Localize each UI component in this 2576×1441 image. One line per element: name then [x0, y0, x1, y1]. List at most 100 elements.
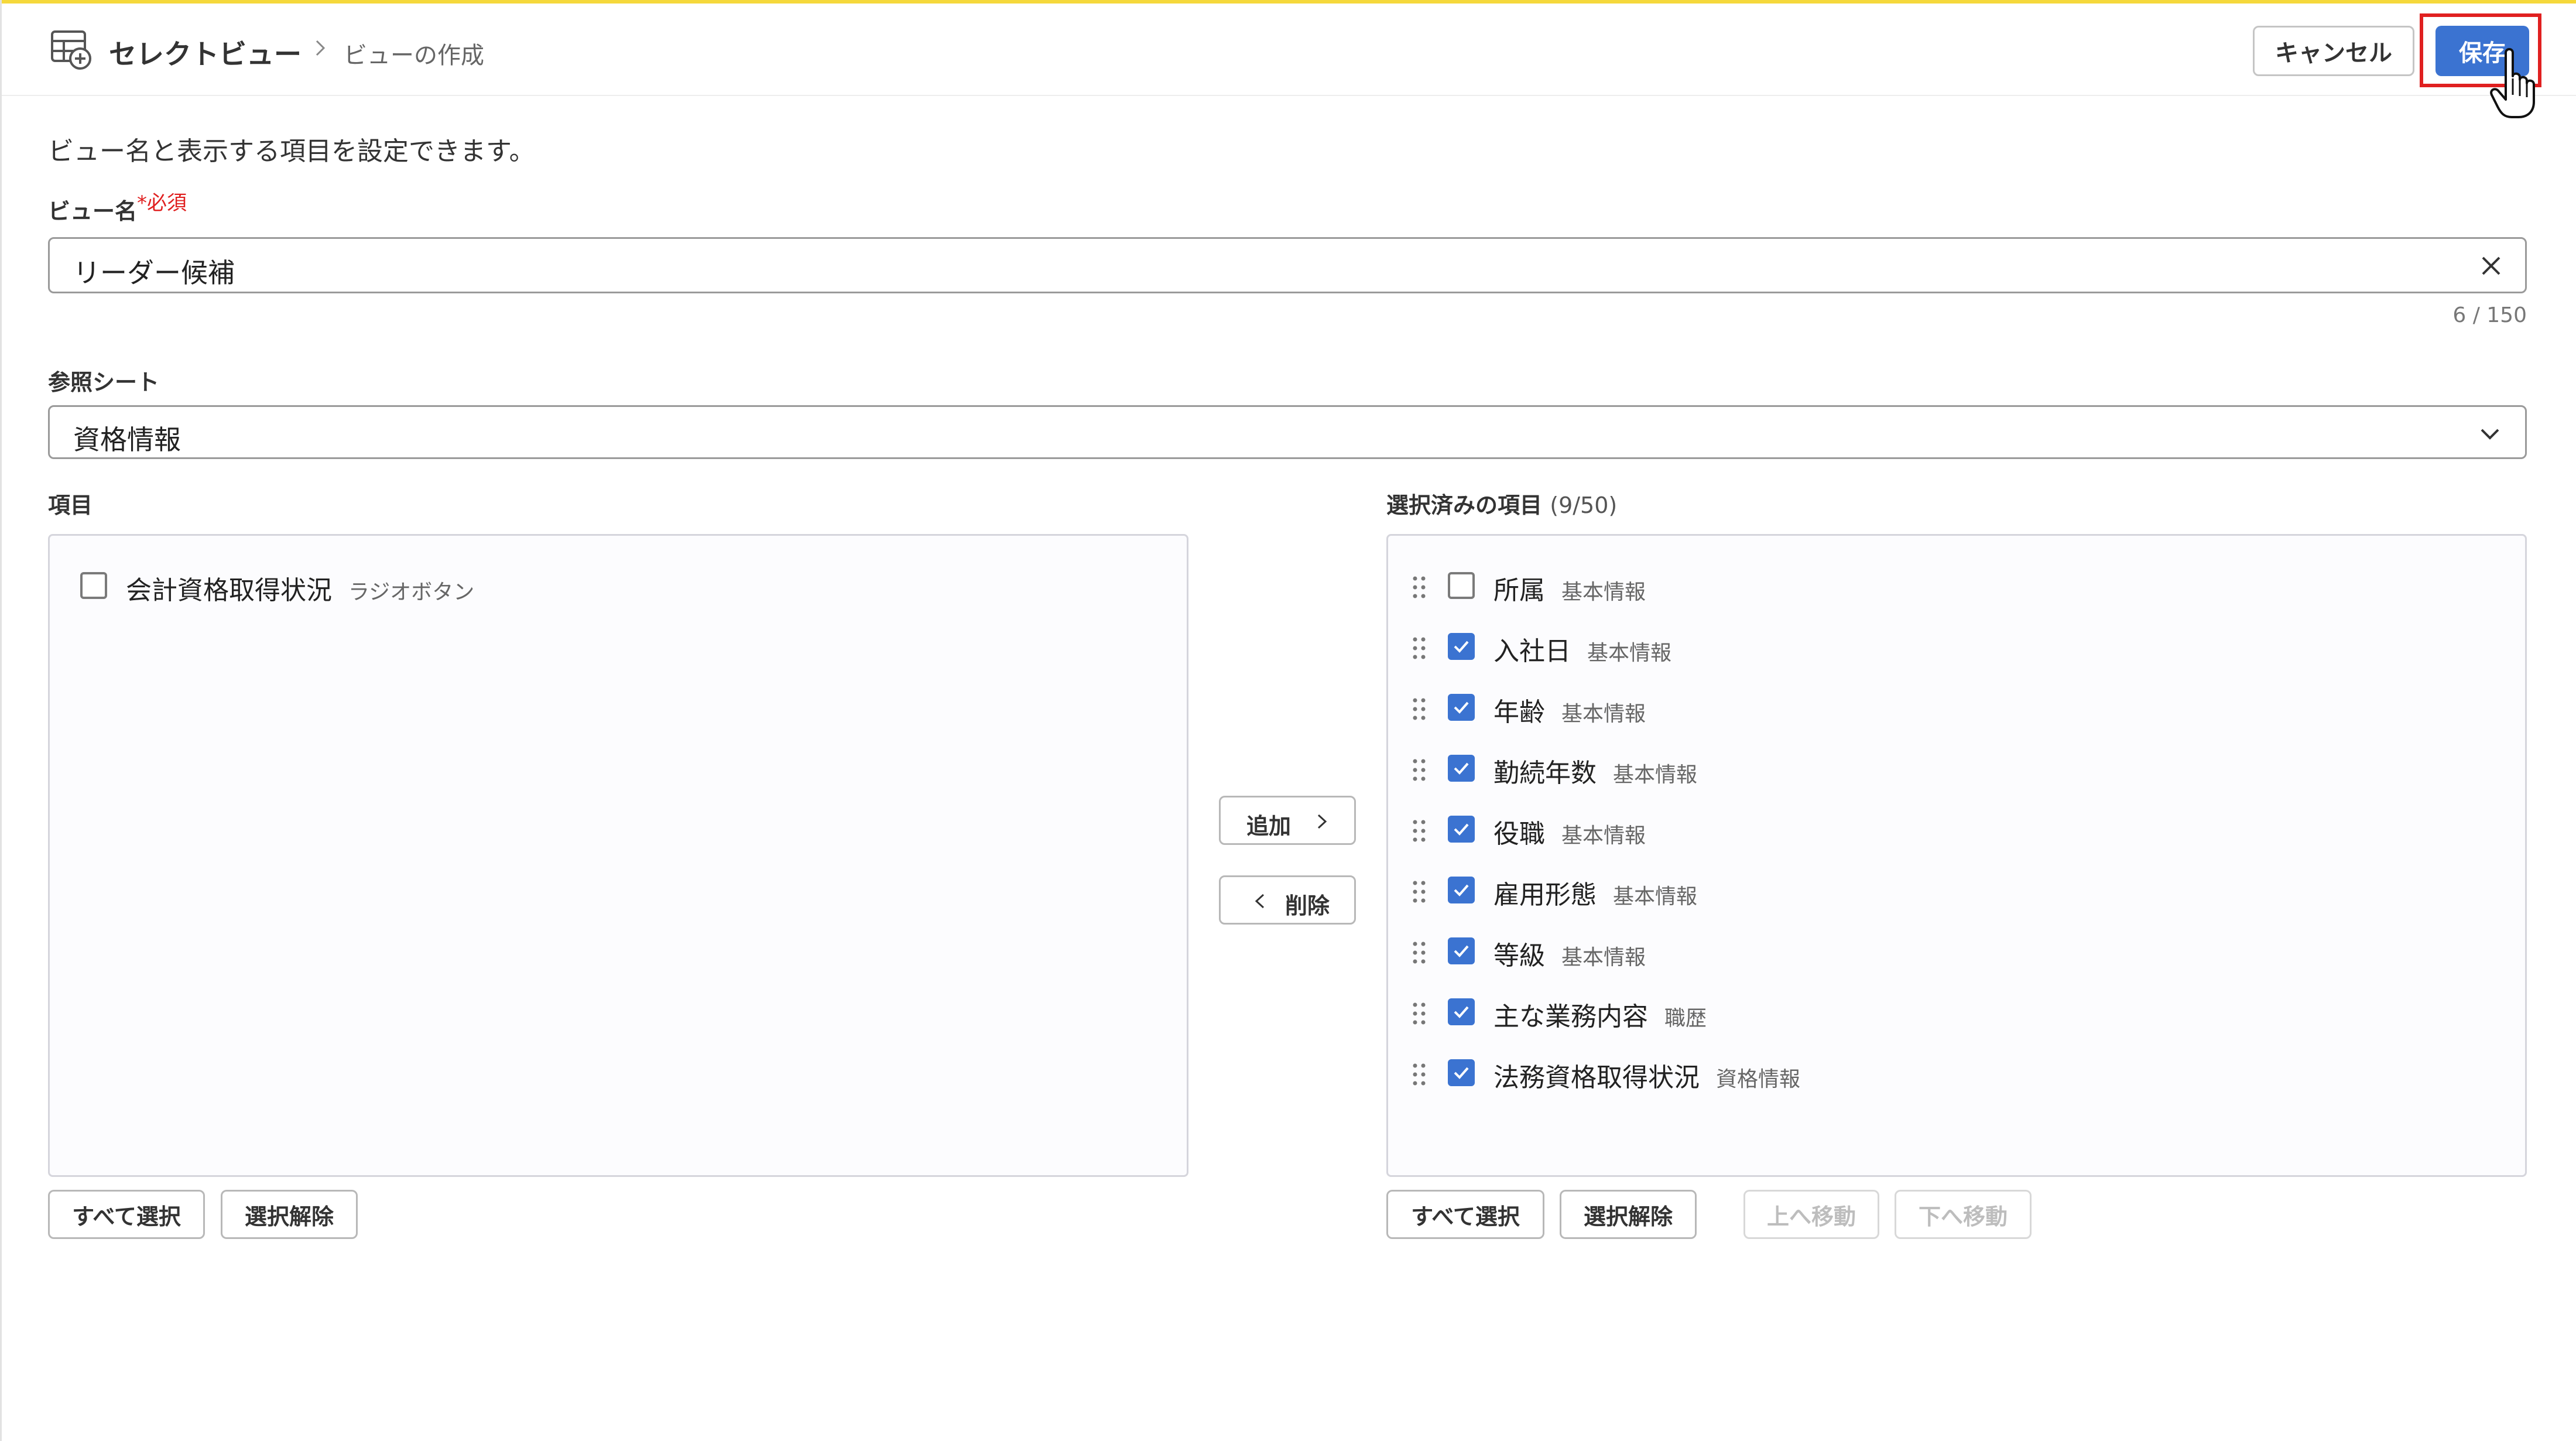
selected-item[interactable]: 入社日 基本情報	[1388, 623, 2525, 670]
window-edge	[0, 0, 2, 1441]
drag-handle-icon[interactable]	[1412, 1062, 1427, 1087]
item-label: 年齢 基本情報	[1493, 691, 1646, 728]
breadcrumb-app-title[interactable]: セレクトビュー	[109, 32, 302, 72]
header-bar: セレクトビュー ビューの作成 キャンセル 保存	[2, 4, 2576, 118]
item-sheet: 基本情報	[1561, 580, 1646, 604]
checkbox[interactable]	[1448, 572, 1475, 599]
checkbox[interactable]	[1448, 998, 1475, 1025]
add-button-label: 追加	[1246, 813, 1292, 839]
item-name: 主な業務内容	[1493, 1002, 1648, 1032]
selected-deselect-button[interactable]: 選択解除	[1560, 1190, 1697, 1239]
item-sheet: 基本情報	[1613, 763, 1698, 787]
checkbox[interactable]	[1448, 877, 1475, 903]
selected-item[interactable]: 勤続年数 基本情報	[1388, 745, 2525, 792]
item-sheet: 基本情報	[1561, 702, 1646, 726]
check-icon	[1454, 884, 1469, 896]
item-name: 等級	[1493, 941, 1545, 971]
chevron-right-icon	[316, 40, 326, 56]
item-label: 主な業務内容 職歴	[1493, 995, 1707, 1033]
available-items-label: 項目	[48, 492, 93, 518]
view-name-input[interactable]: リーダー候補	[48, 237, 2527, 293]
chevron-down-icon[interactable]	[2477, 421, 2503, 447]
item-name: 会計資格取得状況	[126, 576, 332, 605]
checkbox[interactable]	[1448, 1059, 1475, 1086]
hand-pointer-cursor-icon	[2490, 48, 2535, 118]
available-item[interactable]: 会計資格取得状況 ラジオボタン	[50, 562, 1187, 609]
view-name-label: ビュー名*必須	[48, 191, 187, 225]
drag-handle-icon[interactable]	[1412, 636, 1427, 660]
drag-handle-icon[interactable]	[1412, 879, 1427, 904]
available-select-all-button[interactable]: すべて選択	[48, 1190, 205, 1239]
item-name: 法務資格取得状況	[1493, 1063, 1700, 1093]
reference-sheet-value[interactable]: 資格情報	[73, 419, 181, 457]
selected-items-list: 所属 基本情報 入社日 基本情報 年齢 基本情報 勤続年数 基本情報 役職 基本情報 雇用…	[1386, 534, 2527, 1177]
reference-sheet-select[interactable]: 資格情報	[48, 405, 2527, 459]
item-label: 入社日 基本情報	[1493, 630, 1671, 668]
item-name: 雇用形態	[1493, 880, 1597, 910]
drag-handle-icon[interactable]	[1412, 819, 1427, 843]
check-icon	[1454, 641, 1469, 653]
drag-handle-icon[interactable]	[1412, 697, 1427, 721]
remove-button[interactable]: 削除	[1219, 875, 1356, 925]
checkbox[interactable]	[1448, 816, 1475, 843]
item-label: 等級 基本情報	[1493, 935, 1646, 972]
selected-select-all-button[interactable]: すべて選択	[1386, 1190, 1544, 1239]
item-sheet: 基本情報	[1561, 946, 1646, 970]
page-description: ビュー名と表示する項目を設定できます。	[48, 136, 535, 166]
check-icon	[1454, 823, 1469, 836]
selected-item[interactable]: 所属 基本情報	[1388, 562, 2525, 609]
table-add-icon	[51, 30, 91, 70]
checkbox[interactable]	[1448, 694, 1475, 721]
drag-handle-icon[interactable]	[1412, 758, 1427, 782]
chevron-left-icon	[1255, 894, 1265, 909]
move-up-button[interactable]: 上へ移動	[1743, 1190, 1879, 1239]
item-label: 雇用形態 基本情報	[1493, 874, 1697, 911]
add-button[interactable]: 追加	[1219, 796, 1356, 845]
selected-items-label-text: 選択済みの項目	[1386, 492, 1543, 518]
item-sheet: 職歴	[1664, 1007, 1707, 1031]
item-name: 役職	[1493, 819, 1545, 849]
item-label: 所属 基本情報	[1493, 569, 1646, 607]
item-name: 勤続年数	[1493, 758, 1597, 788]
breadcrumb-current-page: ビューの作成	[344, 42, 484, 69]
item-name: 所属	[1493, 576, 1545, 605]
checkbox[interactable]	[80, 572, 107, 599]
item-name: 年齢	[1493, 697, 1545, 727]
drag-handle-icon[interactable]	[1412, 575, 1427, 600]
selected-items-count: (9/50)	[1550, 492, 1618, 518]
available-deselect-button[interactable]: 選択解除	[221, 1190, 358, 1239]
check-icon	[1454, 1006, 1469, 1018]
item-label: 役職 基本情報	[1493, 813, 1646, 850]
item-label: 勤続年数 基本情報	[1493, 752, 1697, 789]
drag-handle-icon[interactable]	[1412, 1001, 1427, 1026]
selected-item[interactable]: 主な業務内容 職歴	[1388, 988, 2525, 1035]
reference-sheet-label: 参照シート	[48, 369, 160, 395]
checkbox[interactable]	[1448, 937, 1475, 964]
app-window: セレクトビュー ビューの作成 キャンセル 保存 ビュー名と表示する項目を設定でき…	[0, 0, 2576, 1441]
item-sheet: 基本情報	[1613, 885, 1698, 909]
checkbox[interactable]	[1448, 633, 1475, 660]
selected-item[interactable]: 役職 基本情報	[1388, 806, 2525, 853]
item-sheet: 基本情報	[1587, 641, 1672, 665]
close-icon[interactable]	[2478, 253, 2504, 279]
selected-item[interactable]: 法務資格取得状況 資格情報	[1388, 1049, 2525, 1096]
chevron-right-icon	[1317, 814, 1327, 829]
selected-item[interactable]: 雇用形態 基本情報	[1388, 867, 2525, 913]
selected-item[interactable]: 等級 基本情報	[1388, 927, 2525, 974]
check-icon	[1454, 701, 1469, 714]
cancel-button[interactable]: キャンセル	[2253, 26, 2414, 76]
move-down-button[interactable]: 下へ移動	[1895, 1190, 2032, 1239]
item-label: 会計資格取得状況 ラジオボタン	[126, 569, 474, 607]
selected-items-label: 選択済みの項目 (9/50)	[1386, 487, 1617, 519]
drag-handle-icon[interactable]	[1412, 940, 1427, 965]
remove-button-label: 削除	[1285, 893, 1330, 919]
check-icon	[1454, 762, 1469, 775]
char-counter: 6 / 150	[2452, 303, 2527, 327]
item-sheet: 資格情報	[1716, 1067, 1801, 1091]
check-icon	[1454, 1067, 1469, 1079]
view-name-value[interactable]: リーダー候補	[73, 252, 235, 290]
required-mark: *必須	[137, 191, 187, 215]
checkbox[interactable]	[1448, 755, 1475, 782]
selected-item[interactable]: 年齢 基本情報	[1388, 684, 2525, 731]
check-icon	[1454, 945, 1469, 957]
